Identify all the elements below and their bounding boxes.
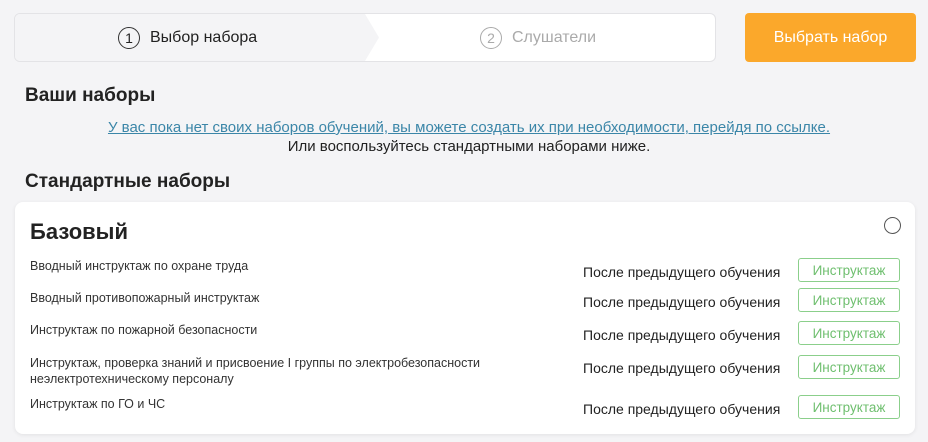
training-type-badge: Инструктаж	[798, 395, 900, 419]
training-name: Инструктаж по пожарной безопасности	[30, 323, 258, 337]
training-schedule: После предыдущего обучения	[583, 401, 781, 417]
training-type-badge: Инструктаж	[798, 288, 900, 312]
training-schedule: После предыдущего обучения	[583, 327, 781, 343]
training-type-badge: Инструктаж	[798, 258, 900, 282]
training-schedule: После предыдущего обучения	[583, 294, 781, 310]
step-label: Слушатели	[512, 28, 597, 46]
standard-sets-heading: Стандартные наборы	[25, 171, 231, 192]
step-choose-set[interactable]: 1 Выбор набора	[118, 14, 257, 61]
set-card-basic[interactable]: Базовый Вводный инструктаж по охране тру…	[15, 202, 915, 434]
step-listeners[interactable]: 2 Слушатели	[480, 14, 596, 61]
training-name: Вводный инструктаж по охране труда	[30, 259, 249, 273]
training-type-badge: Инструктаж	[798, 355, 900, 379]
set-card-title: Базовый	[30, 219, 128, 244]
step-number: 1	[118, 26, 140, 49]
training-schedule: После предыдущего обучения	[583, 264, 781, 280]
empty-hint-text: Или воспользуйтесь стандартными наборами…	[287, 138, 651, 155]
training-type-badge: Инструктаж	[798, 321, 900, 345]
step-number: 2	[480, 26, 502, 49]
stepper: 1 Выбор набора 2 Слушатели	[14, 13, 716, 62]
training-name: Инструктаж по ГО и ЧС	[30, 397, 166, 411]
set-radio-button[interactable]	[884, 217, 901, 234]
step-label: Выбор набора	[150, 28, 258, 46]
create-set-link[interactable]: У вас пока нет своих наборов обучений, в…	[0, 119, 928, 136]
training-name: Инструктаж, проверка знаний и присвоение…	[30, 356, 481, 386]
select-set-button[interactable]: Выбрать набор	[745, 13, 916, 62]
training-name: Вводный противопожарный инструктаж	[30, 291, 260, 305]
your-sets-heading: Ваши наборы	[25, 85, 156, 106]
training-schedule: После предыдущего обучения	[583, 360, 781, 376]
